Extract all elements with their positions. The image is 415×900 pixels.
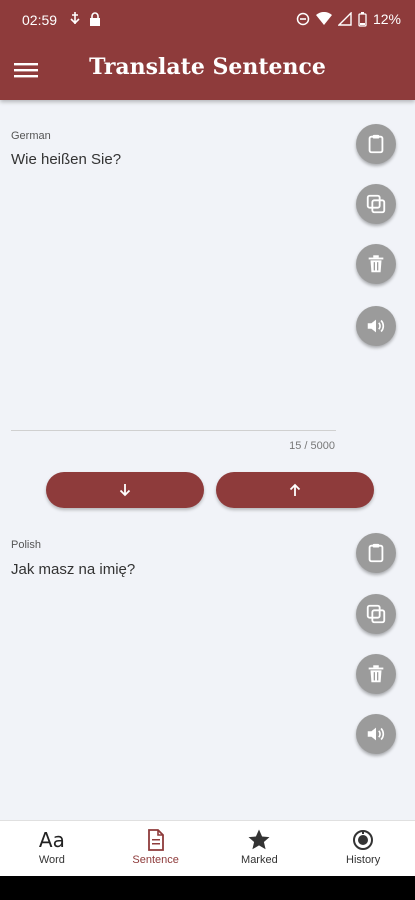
text-aa-icon: Aa xyxy=(38,828,65,852)
source-text-input[interactable]: Wie heißen Sie? xyxy=(11,151,121,168)
source-language-label: German xyxy=(11,130,51,142)
nav-item-sentence[interactable]: Sentence xyxy=(104,821,208,876)
system-navigation-bar xyxy=(0,876,415,900)
arrow-up-icon xyxy=(289,483,301,496)
target-text[interactable]: Jak masz na imię? xyxy=(11,561,135,578)
status-bar: 02:59 12% xyxy=(0,0,415,40)
usb-icon xyxy=(70,12,80,25)
target-speak-button[interactable] xyxy=(356,714,396,754)
trash-icon xyxy=(368,665,384,683)
source-copy-button[interactable] xyxy=(356,184,396,224)
status-right-icons: 12% xyxy=(296,11,401,27)
clipboard-icon xyxy=(368,134,384,154)
status-left-icons xyxy=(68,11,102,27)
signal-icon xyxy=(337,12,352,26)
character-counter: 15 / 5000 xyxy=(289,440,335,452)
bottom-navigation: Aa Word Sentence Marked History xyxy=(0,820,415,876)
copy-icon xyxy=(366,604,386,624)
nav-item-label: History xyxy=(346,854,381,866)
target-language-label: Polish xyxy=(11,539,41,551)
battery-level: 12% xyxy=(372,11,401,27)
toolbar: Translate Sentence xyxy=(0,48,415,92)
wifi-icon xyxy=(315,12,332,25)
lock-icon xyxy=(90,12,100,26)
arrow-down-icon xyxy=(119,484,131,497)
page-title: Translate Sentence xyxy=(89,54,326,80)
history-icon xyxy=(353,830,374,850)
nav-item-marked[interactable]: Marked xyxy=(208,821,312,876)
app-bar: 02:59 12% Translate Sentence xyxy=(0,0,415,100)
do-not-disturb-icon xyxy=(296,12,310,26)
star-icon xyxy=(248,829,270,850)
document-icon xyxy=(147,829,164,851)
clipboard-icon xyxy=(368,543,384,563)
nav-item-label: Sentence xyxy=(132,854,179,866)
translate-up-button[interactable] xyxy=(216,472,374,508)
source-paste-button[interactable] xyxy=(356,124,396,164)
nav-item-label: Word xyxy=(38,854,65,866)
source-speak-button[interactable] xyxy=(356,306,396,346)
target-copy-button[interactable] xyxy=(356,594,396,634)
status-time: 02:59 xyxy=(22,12,58,28)
nav-item-word[interactable]: Aa Word xyxy=(0,821,104,876)
target-clear-button[interactable] xyxy=(356,654,396,694)
speaker-icon xyxy=(367,319,385,333)
trash-icon xyxy=(368,255,384,273)
target-paste-button[interactable] xyxy=(356,533,396,573)
translate-down-button[interactable] xyxy=(46,472,204,508)
copy-icon xyxy=(366,194,386,214)
source-clear-button[interactable] xyxy=(356,244,396,284)
speaker-icon xyxy=(367,727,385,741)
battery-icon xyxy=(358,11,367,27)
nav-item-label: Marked xyxy=(241,854,278,866)
nav-item-history[interactable]: History xyxy=(311,821,415,876)
source-divider xyxy=(11,430,336,431)
